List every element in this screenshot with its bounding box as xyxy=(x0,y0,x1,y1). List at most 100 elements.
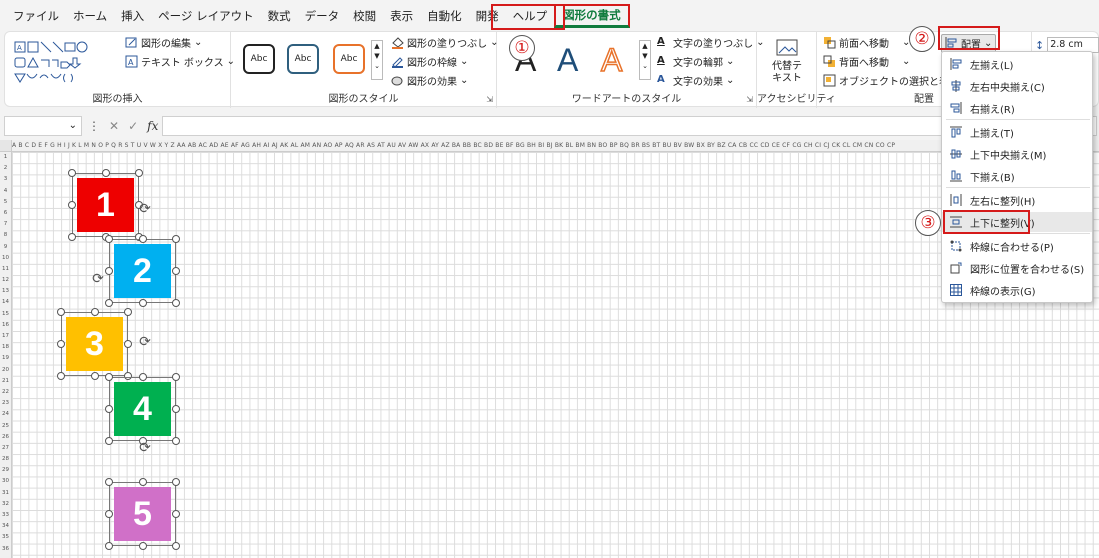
rotate-handle-icon[interactable]: ⟳ xyxy=(137,201,153,217)
resize-handle[interactable] xyxy=(124,308,132,316)
tab-automate[interactable]: 自動化 xyxy=(420,4,469,28)
resize-handle[interactable] xyxy=(105,478,113,486)
row-number[interactable]: 26 xyxy=(0,432,11,443)
menu-item-align-left[interactable]: 左揃え(L) xyxy=(942,54,1092,74)
row-number[interactable]: 4 xyxy=(0,186,11,197)
styles-gallery-scroll[interactable]: ▲ ▼ ⌄ xyxy=(371,40,383,80)
row-number[interactable]: 22 xyxy=(0,387,11,398)
shape-1[interactable]: 1 xyxy=(77,178,134,232)
edit-shape-button[interactable]: 図形の編集 ⌄ xyxy=(125,35,202,50)
wordart-orange-outline[interactable]: A xyxy=(600,41,623,79)
row-number[interactable]: 1 xyxy=(0,152,11,163)
tab-view[interactable]: 表示 xyxy=(383,4,420,28)
row-number[interactable]: 11 xyxy=(0,264,11,275)
resize-handle[interactable] xyxy=(68,169,76,177)
menu-item-snap-grid[interactable]: 枠線に合わせる(P) xyxy=(942,236,1092,256)
enter-icon[interactable]: ✓ xyxy=(128,119,138,133)
bring-forward-button[interactable]: 前面へ移動 ⌄ xyxy=(823,35,910,50)
alt-text-button[interactable]: 代替テ キスト xyxy=(771,38,803,85)
resize-handle[interactable] xyxy=(138,478,147,486)
row-number[interactable]: 32 xyxy=(0,499,11,510)
selection-pane-button[interactable]: オブジェクトの選択と表示 xyxy=(823,73,959,88)
shape-3[interactable]: 3 xyxy=(66,317,123,371)
resize-handle[interactable] xyxy=(105,510,113,518)
row-number[interactable]: 13 xyxy=(0,286,11,297)
rotate-handle-icon[interactable]: ⟳ xyxy=(90,271,106,287)
row-number[interactable]: 12 xyxy=(0,275,11,286)
resize-handle[interactable] xyxy=(124,372,132,380)
row-number[interactable]: 23 xyxy=(0,398,11,409)
row-number[interactable]: 30 xyxy=(0,476,11,487)
row-number[interactable]: 19 xyxy=(0,353,11,364)
dialog-launcher-icon[interactable]: ⇲ xyxy=(486,95,493,104)
row-number[interactable]: 3 xyxy=(0,174,11,185)
resize-handle[interactable] xyxy=(172,235,180,243)
resize-handle[interactable] xyxy=(138,373,147,381)
resize-handle[interactable] xyxy=(105,235,113,243)
tab-file[interactable]: ファイル xyxy=(6,4,66,28)
style-preset-orange[interactable]: Abc xyxy=(333,44,365,74)
resize-handle[interactable] xyxy=(57,308,65,316)
resize-handle[interactable] xyxy=(105,373,113,381)
menu-item-distribute-vertical[interactable]: 上下に整列(V) xyxy=(942,212,1092,232)
resize-handle[interactable] xyxy=(172,478,180,486)
row-number[interactable]: 5 xyxy=(0,197,11,208)
row-number[interactable]: 6 xyxy=(0,208,11,219)
resize-handle[interactable] xyxy=(138,542,147,550)
row-number[interactable]: 7 xyxy=(0,219,11,230)
row-number[interactable]: 21 xyxy=(0,376,11,387)
resize-handle[interactable] xyxy=(172,510,180,518)
select-all-corner[interactable] xyxy=(0,140,12,152)
cancel-icon[interactable]: ✕ xyxy=(109,119,119,133)
style-preset-black[interactable]: Abc xyxy=(243,44,275,74)
resize-handle[interactable] xyxy=(68,201,76,209)
tab-insert[interactable]: 挿入 xyxy=(114,4,151,28)
tab-formulas[interactable]: 数式 xyxy=(261,4,298,28)
shape-fill-button[interactable]: 図形の塗りつぶし ⌄ xyxy=(391,35,499,50)
row-number[interactable]: 36 xyxy=(0,544,11,555)
resize-handle[interactable] xyxy=(105,267,113,275)
resize-handle[interactable] xyxy=(90,308,99,316)
resize-handle[interactable] xyxy=(105,437,113,445)
insert-function-button[interactable]: fx xyxy=(147,119,158,133)
menu-item-align-top[interactable]: 上揃え(T) xyxy=(942,122,1092,142)
text-outline-button[interactable]: A 文字の輪郭 ⌄ xyxy=(657,54,734,69)
row-number[interactable]: 10 xyxy=(0,253,11,264)
shape-effects-button[interactable]: 図形の効果 ⌄ xyxy=(391,73,468,88)
resize-handle[interactable] xyxy=(135,169,143,177)
dialog-launcher-icon[interactable]: ⇲ xyxy=(746,95,753,104)
resize-handle[interactable] xyxy=(101,169,110,177)
tab-data[interactable]: データ xyxy=(298,4,347,28)
style-preset-blue[interactable]: Abc xyxy=(287,44,319,74)
shapes-gallery[interactable]: A xyxy=(13,38,113,86)
row-number[interactable]: 20 xyxy=(0,365,11,376)
row-number[interactable]: 34 xyxy=(0,521,11,532)
row-number[interactable]: 15 xyxy=(0,309,11,320)
text-box-button[interactable]: A テキスト ボックス ⌄ xyxy=(125,54,235,69)
menu-item-snap-shape[interactable]: 図形に位置を合わせる(S) xyxy=(942,258,1092,278)
row-number[interactable]: 14 xyxy=(0,297,11,308)
tab-review[interactable]: 校閲 xyxy=(346,4,383,28)
wordart-gallery-scroll[interactable]: ▲ ▼ ⌄ xyxy=(639,40,651,80)
row-number[interactable]: 27 xyxy=(0,443,11,454)
resize-handle[interactable] xyxy=(68,233,76,241)
tab-shape-format[interactable]: 図形の書式 xyxy=(554,4,630,28)
text-fill-button[interactable]: A 文字の塗りつぶし ⌄ xyxy=(657,35,765,50)
row-number[interactable]: 28 xyxy=(0,454,11,465)
row-number[interactable]: 18 xyxy=(0,342,11,353)
resize-handle[interactable] xyxy=(138,299,147,307)
tab-help[interactable]: ヘルプ xyxy=(506,4,555,28)
menu-item-align-right[interactable]: 右揃え(R) xyxy=(942,98,1092,118)
resize-handle[interactable] xyxy=(105,299,113,307)
tab-page-layout[interactable]: ページ レイアウト xyxy=(151,4,260,28)
row-number[interactable]: 25 xyxy=(0,421,11,432)
send-backward-button[interactable]: 背面へ移動 ⌄ xyxy=(823,54,910,69)
shape-2[interactable]: 2 xyxy=(114,244,171,298)
row-number[interactable]: 16 xyxy=(0,320,11,331)
row-number[interactable]: 35 xyxy=(0,532,11,543)
row-number[interactable]: 24 xyxy=(0,409,11,420)
shape-outline-button[interactable]: 図形の枠線 ⌄ xyxy=(391,54,468,69)
resize-handle[interactable] xyxy=(172,299,180,307)
menu-item-align-middle[interactable]: 上下中央揃え(M) xyxy=(942,144,1092,164)
row-number[interactable]: 31 xyxy=(0,488,11,499)
